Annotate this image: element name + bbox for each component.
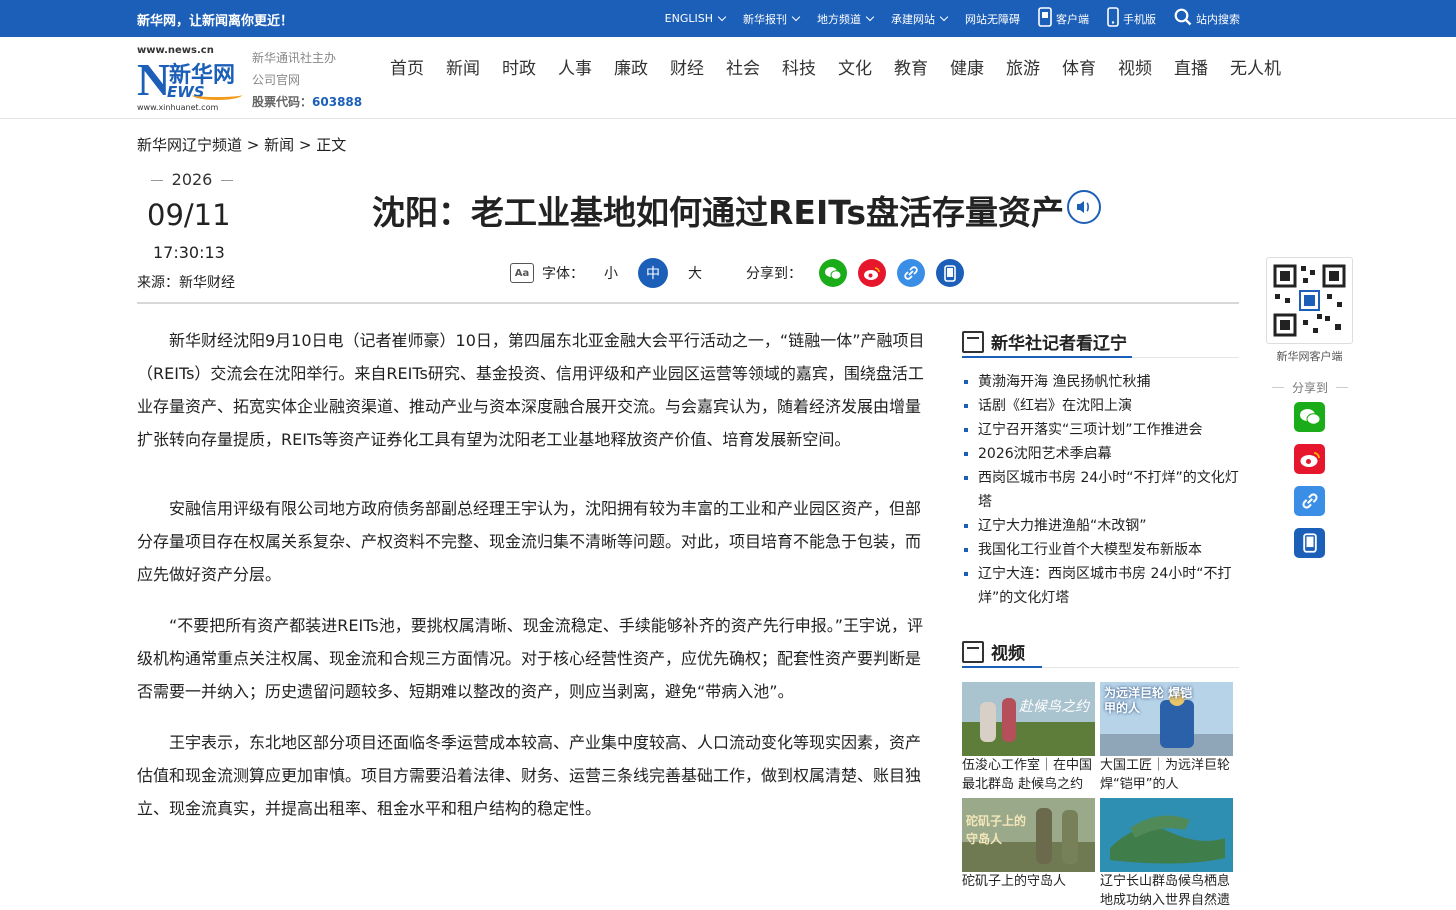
- speaker-icon[interactable]: [1067, 190, 1101, 224]
- nav-item-tech[interactable]: 科技: [782, 54, 816, 79]
- list-item[interactable]: 辽宁大连：西岗区城市书房 24小时“不打烊”的文化灯塔: [962, 562, 1239, 610]
- nav-item-politics[interactable]: 时政: [502, 54, 536, 79]
- top-nav-local-channels[interactable]: 地方频道: [817, 11, 875, 27]
- article-paragraph: 王宇表示，东北地区部分项目还面临冬季运营成本较高、产业集中度较高、人口流动变化等…: [137, 733, 922, 818]
- share-label: 分享到：: [746, 266, 802, 282]
- video-card[interactable]: 辽宁长山群岛候鸟栖息地成功纳入世界自然遗: [1100, 798, 1233, 910]
- nav-item-sports[interactable]: 体育: [1062, 54, 1096, 79]
- nav-item-news[interactable]: 新闻: [446, 54, 480, 79]
- video-thumbnail: 为远洋巨轮 焊铠甲的人: [1100, 682, 1233, 756]
- video-card[interactable]: 为远洋巨轮 焊铠甲的人 大国工匠｜为远洋巨轮焊“铠甲”的人: [1100, 682, 1233, 794]
- list-item[interactable]: 西岗区城市书房 24小时“不打烊”的文化灯塔: [962, 466, 1239, 514]
- nav-item-integrity[interactable]: 廉政: [614, 54, 648, 79]
- chevron-down-icon: [939, 12, 949, 22]
- nav-item-society[interactable]: 社会: [726, 54, 760, 79]
- publish-month-day: 09/11: [147, 198, 231, 232]
- video-caption: 伍浚心工作室｜在中国最北群岛 赴候鸟之约: [962, 758, 1093, 792]
- top-nav-client[interactable]: 客户端: [1038, 7, 1089, 30]
- font-small-button[interactable]: 小: [604, 263, 618, 283]
- header-info: 新华通讯社主办 公司官网 股票代码：603888: [252, 47, 362, 113]
- nav-item-video[interactable]: 视频: [1118, 54, 1152, 79]
- top-nav-newspapers[interactable]: 新华报刊: [743, 11, 801, 27]
- nav-item-drone[interactable]: 无人机: [1230, 54, 1281, 79]
- article-paragraph: 安融信用评级有限公司地方政府债务部副总经理王宇认为，沈阳拥有较为丰富的工业和产业…: [137, 499, 922, 584]
- weibo-share-icon[interactable]: [1294, 444, 1325, 474]
- article-toolbar: Aa 字体： 小 中 大 分享到：: [510, 258, 964, 288]
- list-item[interactable]: 话剧《红岩》在沈阳上演: [962, 394, 1239, 418]
- site-header: www.news.cn N 新华网 EWS www.xinhuanet.com …: [0, 37, 1456, 119]
- mobile-share-icon[interactable]: [1294, 528, 1325, 558]
- breadcrumb[interactable]: 新华网辽宁频道 > 新闻 > 正文: [137, 134, 346, 155]
- top-bar: 新华网，让新闻离你更近！ ENGLISH 新华报刊 地方频道 承建网站 网站无障…: [0, 0, 1456, 37]
- nav-item-home[interactable]: 首页: [390, 54, 424, 79]
- stock-code: 股票代码：603888: [252, 95, 363, 109]
- xinhua-logo[interactable]: www.news.cn N 新华网 EWS www.xinhuanet.com: [137, 45, 242, 112]
- video-thumbnail: 赴候鸟之约: [962, 682, 1095, 756]
- qr-code: [1266, 257, 1353, 344]
- video-grid: 赴候鸟之约 伍浚心工作室｜在中国最北群岛 赴候鸟之约 为远洋巨轮 焊铠甲的人 大…: [962, 682, 1239, 910]
- wechat-share-icon[interactable]: [819, 259, 847, 287]
- reporters-section-header: 新华社记者看辽宁: [962, 326, 1239, 358]
- video-card[interactable]: 砣矶子上的 守岛人 砣矶子上的守岛人: [962, 798, 1095, 910]
- list-item[interactable]: 2026沈阳艺术季启幕: [962, 442, 1239, 466]
- nav-item-health[interactable]: 健康: [950, 54, 984, 79]
- reporters-news-list: 黄渤海开海 渔民扬帆忙秋捕 话剧《红岩》在沈阳上演 辽宁召开落实“三项计划”工作…: [962, 370, 1239, 610]
- mobile-share-icon[interactable]: [936, 259, 964, 287]
- section-icon: [962, 330, 984, 353]
- main-nav: 首页 新闻 时政 人事 廉政 财经 社会 科技 文化 教育 健康 旅游 体育 视…: [390, 54, 1303, 79]
- font-large-button[interactable]: 大: [688, 263, 702, 283]
- top-nav-search[interactable]: 站内搜索: [1174, 8, 1240, 29]
- top-nav-english[interactable]: ENGLISH: [665, 12, 727, 25]
- top-nav-accessibility[interactable]: 网站无障碍: [965, 11, 1020, 27]
- publish-year: 2026: [151, 170, 233, 189]
- font-medium-button[interactable]: 中: [638, 258, 668, 288]
- top-nav: ENGLISH 新华报刊 地方频道 承建网站 网站无障碍 客户端 手机版 站内搜…: [647, 0, 1240, 37]
- video-caption: 辽宁长山群岛候鸟栖息地成功纳入世界自然遗: [1100, 874, 1231, 908]
- section-icon: [962, 640, 984, 663]
- nav-item-travel[interactable]: 旅游: [1006, 54, 1040, 79]
- video-card[interactable]: 赴候鸟之约 伍浚心工作室｜在中国最北群岛 赴候鸟之约: [962, 682, 1095, 794]
- article-paragraph: 新华财经沈阳9月10日电（记者崔师豪）10日，第四届东北亚金融大会平行活动之一，…: [137, 331, 925, 449]
- link-share-icon[interactable]: [897, 259, 925, 287]
- nav-item-personnel[interactable]: 人事: [558, 54, 592, 79]
- video-thumbnail: [1100, 798, 1233, 872]
- chevron-down-icon: [865, 12, 875, 22]
- chevron-down-icon: [717, 12, 727, 22]
- link-share-icon[interactable]: [1294, 486, 1325, 516]
- search-icon: [1174, 8, 1192, 29]
- list-item[interactable]: 辽宁召开落实“三项计划”工作推进会: [962, 418, 1239, 442]
- nav-item-education[interactable]: 教育: [894, 54, 928, 79]
- title-divider: [137, 302, 1239, 304]
- font-size-icon: Aa: [510, 263, 534, 283]
- article-title: 沈阳：老工业基地如何通过REITs盘活存量资产: [372, 193, 1065, 232]
- article-source: 来源：新华财经: [137, 275, 235, 291]
- article-body: 新华财经沈阳9月10日电（记者崔师豪）10日，第四届东北亚金融大会平行活动之一，…: [137, 324, 927, 843]
- font-size-label: 字体：: [542, 266, 584, 282]
- article-paragraph: “不要把所有资产都装进REITs池，要挑权属清晰、现金流稳定、手续能够补齐的资产…: [137, 616, 923, 701]
- video-section-header: 视频: [962, 636, 1239, 668]
- video-caption: 大国工匠｜为远洋巨轮焊“铠甲”的人: [1100, 758, 1231, 792]
- float-share-label: 分享到: [1272, 379, 1348, 396]
- right-sidebar: 新华社记者看辽宁 黄渤海开海 渔民扬帆忙秋捕 话剧《红岩》在沈阳上演 辽宁召开落…: [962, 326, 1239, 910]
- nav-item-culture[interactable]: 文化: [838, 54, 872, 79]
- publish-time: 17:30:13: [153, 243, 225, 262]
- list-item[interactable]: 辽宁大力推进渔船“木改钢”: [962, 514, 1239, 538]
- nav-item-live[interactable]: 直播: [1174, 54, 1208, 79]
- wechat-share-icon[interactable]: [1294, 402, 1325, 432]
- nav-item-finance[interactable]: 财经: [670, 54, 704, 79]
- list-item[interactable]: 我国化工行业首个大模型发布新版本: [962, 538, 1239, 562]
- video-caption: 砣矶子上的守岛人: [962, 874, 1067, 889]
- video-thumbnail: 砣矶子上的 守岛人: [962, 798, 1095, 872]
- weibo-share-icon[interactable]: [858, 259, 886, 287]
- top-nav-mobile[interactable]: 手机版: [1107, 7, 1156, 30]
- list-item[interactable]: 黄渤海开海 渔民扬帆忙秋捕: [962, 370, 1239, 394]
- mobile-icon: [1107, 7, 1119, 30]
- top-nav-built-sites[interactable]: 承建网站: [891, 11, 949, 27]
- site-slogan: 新华网，让新闻离你更近！: [137, 14, 294, 29]
- phone-icon: [1038, 7, 1052, 30]
- chevron-down-icon: [791, 12, 801, 22]
- qr-label: 新华网客户端: [1276, 350, 1343, 363]
